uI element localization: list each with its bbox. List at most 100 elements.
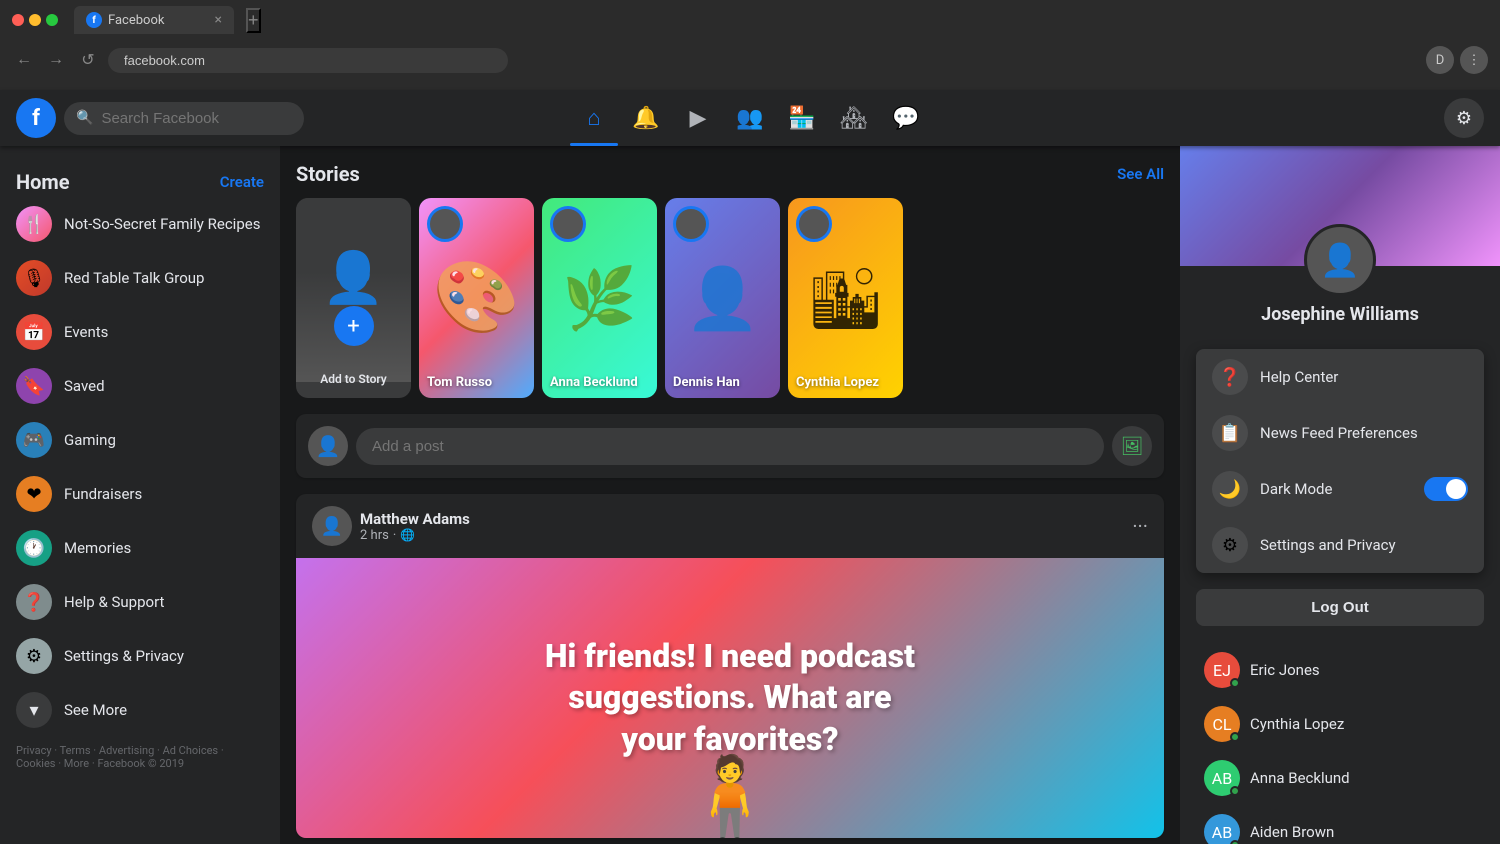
news-feed-prefs-label: News Feed Preferences	[1260, 424, 1418, 442]
sidebar-item-red-table[interactable]: 🎙 Red Table Talk Group	[8, 252, 272, 304]
settings-privacy-icon: ⚙	[1212, 527, 1248, 563]
tab-title: Facebook	[108, 13, 164, 28]
story-anna-avatar	[550, 206, 586, 242]
story-cynthia-avatar	[796, 206, 832, 242]
post-input-row: 👤 🖼	[308, 426, 1152, 466]
online-dot-cynthia	[1230, 732, 1240, 742]
friend-item-eric[interactable]: EJ Eric Jones	[1188, 644, 1492, 696]
post-more-btn[interactable]: ···	[1132, 514, 1148, 538]
new-tab-btn[interactable]: +	[246, 8, 261, 33]
toggle-thumb	[1446, 479, 1466, 499]
story-tom[interactable]: 🎨 Tom Russo	[419, 198, 534, 398]
stories-header: Stories See All	[296, 162, 1164, 186]
sidebar-item-recipes[interactable]: 🍴 Not-So-Secret Family Recipes	[8, 198, 272, 250]
post-image-text: Hi friends! I need podcast suggestions. …	[525, 616, 935, 781]
maximize-window-btn[interactable]	[46, 14, 58, 26]
main-content: Home Create 🍴 Not-So-Secret Family Recip…	[0, 146, 1500, 844]
see-more-row[interactable]: ▾ See More	[8, 684, 272, 736]
nav-right: ⚙	[1444, 98, 1484, 138]
nav-messenger-btn[interactable]: 💬	[882, 94, 930, 142]
sidebar-item-saved[interactable]: 🔖 Saved	[8, 360, 272, 412]
browser-chrome: f Facebook × + ← → ↺ D ⋮	[0, 0, 1500, 90]
minimize-window-btn[interactable]	[29, 14, 41, 26]
story-anna-name: Anna Becklund	[550, 375, 649, 390]
stories-title: Stories	[296, 162, 360, 186]
friends-list: EJ Eric Jones CL Cynthia Lopez AB	[1180, 634, 1500, 844]
friend-avatar-eric: EJ	[1204, 652, 1240, 688]
sidebar-item-gaming[interactable]: 🎮 Gaming	[8, 414, 272, 466]
back-btn[interactable]: ←	[12, 48, 36, 72]
story-tom-avatar	[427, 206, 463, 242]
memories-icon: 🕐	[16, 530, 52, 566]
nav-marketplace-btn[interactable]: 🏪	[778, 94, 826, 142]
forward-btn[interactable]: →	[44, 48, 68, 72]
search-input[interactable]	[101, 110, 292, 127]
dark-mode-toggle[interactable]	[1424, 477, 1468, 501]
right-panel: 👤 Josephine Williams ❓ Help Center 📋 New…	[1180, 146, 1500, 844]
help-center-item[interactable]: ❓ Help Center	[1196, 349, 1484, 405]
sidebar-item-settings[interactable]: ⚙ Settings & Privacy	[8, 630, 272, 682]
sidebar-item-help[interactable]: ❓ Help & Support	[8, 576, 272, 628]
sidebar-fundraisers-label: Fundraisers	[64, 485, 142, 503]
logout-btn[interactable]: Log Out	[1196, 589, 1484, 626]
left-sidebar: Home Create 🍴 Not-So-Secret Family Recip…	[0, 146, 280, 844]
stories-row: 👤 + Add to Story 🎨 Tom Russo	[296, 198, 1164, 398]
friend-item-aiden[interactable]: AB Aiden Brown	[1188, 806, 1492, 844]
stories-section: Stories See All 👤 + Add to Story	[296, 162, 1164, 398]
settings-btn[interactable]: ⚙	[1444, 98, 1484, 138]
create-link[interactable]: Create	[220, 173, 264, 191]
see-all-stories-btn[interactable]: See All	[1117, 165, 1164, 183]
help-center-label: Help Center	[1260, 368, 1338, 386]
post-input[interactable]	[356, 428, 1104, 465]
url-input[interactable]	[108, 48, 508, 73]
dark-mode-item[interactable]: 🌙 Dark Mode	[1196, 461, 1484, 517]
dark-mode-label: Dark Mode	[1260, 480, 1332, 498]
window-controls	[12, 14, 58, 26]
footer-text: Privacy · Terms · Advertising · Ad Choic…	[16, 744, 224, 770]
search-box[interactable]: 🔍	[64, 102, 304, 135]
story-dennis-name: Dennis Han	[673, 375, 772, 390]
feed-area: Stories See All 👤 + Add to Story	[280, 146, 1180, 844]
nav-home-btn[interactable]: ⌂	[570, 94, 618, 142]
friend-avatar-cynthia: CL	[1204, 706, 1240, 742]
nav-groups-btn[interactable]: 🏘	[830, 94, 878, 142]
story-anna[interactable]: 🌿 Anna Becklund	[542, 198, 657, 398]
story-dennis[interactable]: 👤 Dennis Han	[665, 198, 780, 398]
sidebar-item-fundraisers[interactable]: ❤ Fundraisers	[8, 468, 272, 520]
online-dot-eric	[1230, 678, 1240, 688]
sidebar-help-label: Help & Support	[64, 593, 164, 611]
tab-close-btn[interactable]: ×	[215, 12, 222, 28]
sidebar-item-memories[interactable]: 🕐 Memories	[8, 522, 272, 574]
friend-item-anna[interactable]: AB Anna Becklund	[1188, 752, 1492, 804]
nav-notifications-btn[interactable]: 🔔	[622, 94, 670, 142]
nav-watch-btn[interactable]: ▶	[674, 94, 722, 142]
sidebar-saved-label: Saved	[64, 377, 105, 395]
friend-avatar-aiden: AB	[1204, 814, 1240, 844]
post-photo-btn[interactable]: 🖼	[1112, 426, 1152, 466]
post-meta: 2 hrs · 🌐	[360, 528, 1124, 543]
add-story-card[interactable]: 👤 + Add to Story	[296, 198, 411, 398]
fb-logo[interactable]: f	[16, 98, 56, 138]
friend-avatar-anna: AB	[1204, 760, 1240, 796]
nav-friends-btn[interactable]: 👥	[726, 94, 774, 142]
settings-privacy-label: Settings and Privacy	[1260, 536, 1396, 554]
nav-center: ⌂ 🔔 ▶ 👥 🏪 🏘 💬	[570, 94, 930, 142]
saved-icon: 🔖	[16, 368, 52, 404]
close-window-btn[interactable]	[12, 14, 24, 26]
post-user-avatar: 👤	[308, 426, 348, 466]
menu-btn[interactable]: ⋮	[1460, 46, 1488, 74]
sidebar-item-events[interactable]: 📅 Events	[8, 306, 272, 358]
gaming-icon: 🎮	[16, 422, 52, 458]
top-nav: f 🔍 ⌂ 🔔 ▶ 👥 🏪 🏘 💬 ⚙	[0, 90, 1500, 146]
news-feed-prefs-item[interactable]: 📋 News Feed Preferences	[1196, 405, 1484, 461]
friend-item-cynthia[interactable]: CL Cynthia Lopez	[1188, 698, 1492, 750]
post-author-info: Matthew Adams 2 hrs · 🌐	[360, 510, 1124, 543]
browser-actions: D ⋮	[1426, 46, 1488, 74]
browser-tab[interactable]: f Facebook ×	[74, 6, 234, 34]
story-cynthia[interactable]: 🏙 Cynthia Lopez	[788, 198, 903, 398]
news-feed-prefs-icon: 📋	[1212, 415, 1248, 451]
profile-avatar[interactable]: 👤	[1304, 224, 1376, 296]
profile-btn[interactable]: D	[1426, 46, 1454, 74]
refresh-btn[interactable]: ↺	[76, 48, 100, 72]
settings-privacy-item[interactable]: ⚙ Settings and Privacy	[1196, 517, 1484, 573]
